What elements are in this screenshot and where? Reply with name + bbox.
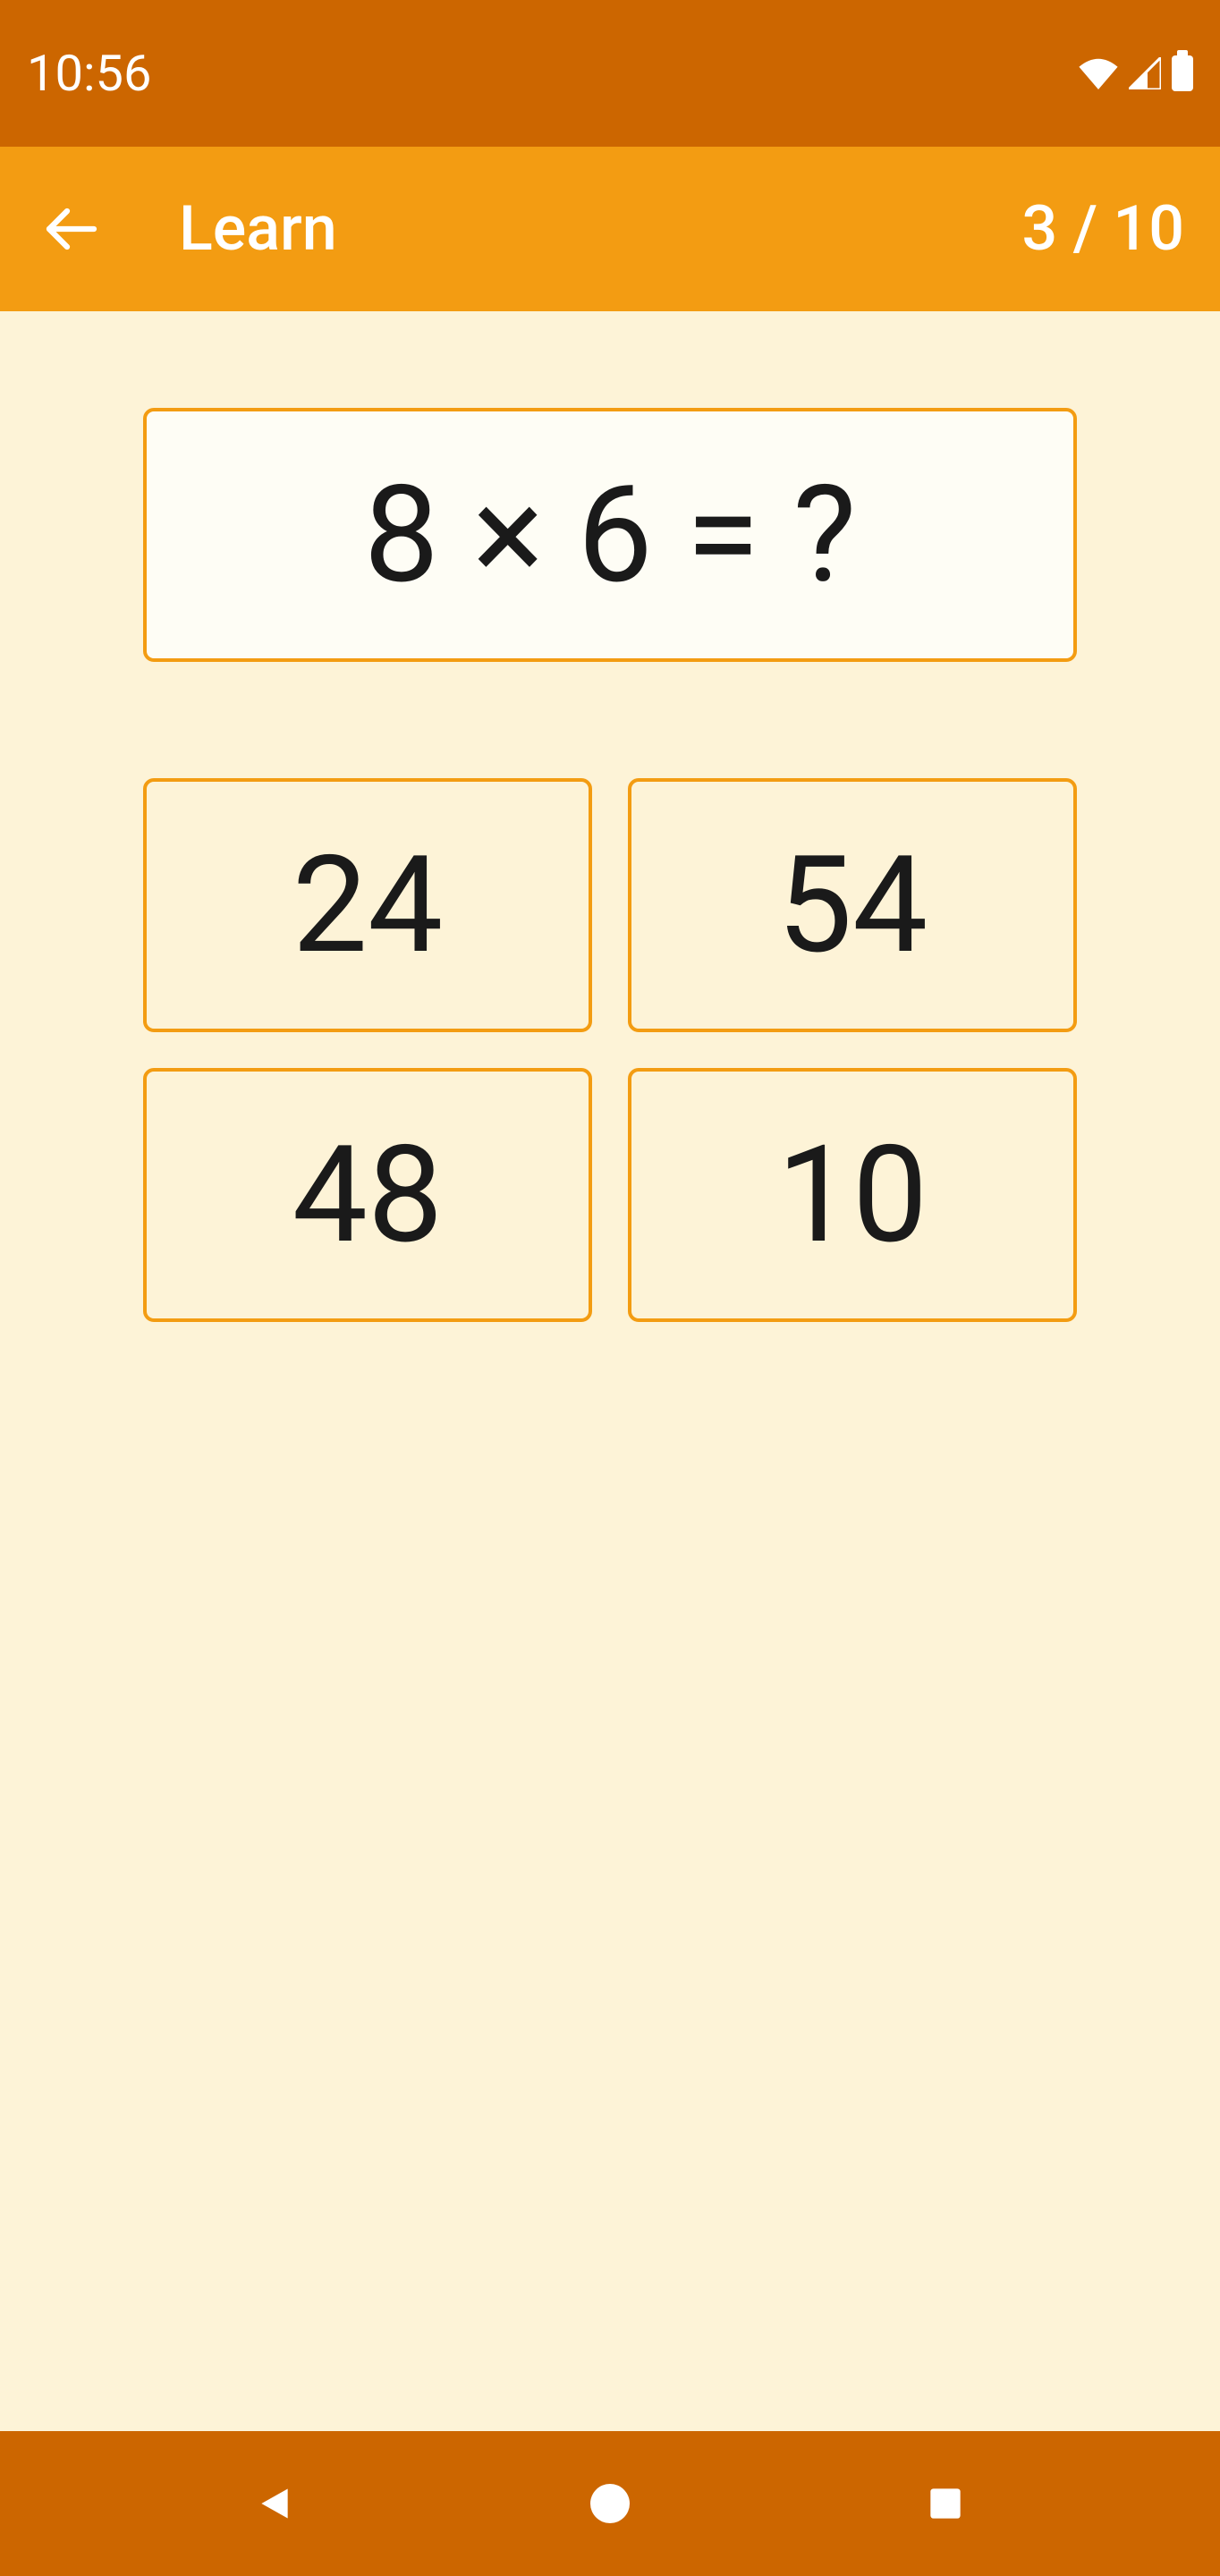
signal-icon: [1129, 57, 1161, 89]
circle-icon: [589, 2482, 631, 2525]
wifi-icon: [1079, 57, 1118, 89]
status-icons: [1079, 55, 1193, 91]
battery-icon: [1172, 55, 1193, 91]
triangle-left-icon: [255, 2484, 294, 2523]
nav-back-button[interactable]: [239, 2468, 310, 2539]
navigation-bar: [0, 2431, 1220, 2576]
app-bar: Learn 3 / 10: [0, 147, 1220, 311]
arrow-left-icon: [45, 202, 98, 256]
answer-option-4[interactable]: 10: [628, 1068, 1077, 1322]
answer-option-3[interactable]: 48: [143, 1068, 592, 1322]
question-box: 8 × 6 = ?: [143, 408, 1077, 662]
answers-grid: 24 54 48 10: [143, 778, 1077, 1322]
answer-option-1[interactable]: 24: [143, 778, 592, 1032]
square-icon: [928, 2486, 963, 2521]
answer-option-2[interactable]: 54: [628, 778, 1077, 1032]
nav-recent-button[interactable]: [910, 2468, 981, 2539]
status-time: 10:56: [27, 44, 151, 103]
nav-home-button[interactable]: [574, 2468, 646, 2539]
page-title: Learn: [179, 192, 1022, 266]
back-button[interactable]: [36, 193, 107, 265]
status-bar: 10:56: [0, 0, 1220, 147]
progress-counter: 3 / 10: [1022, 192, 1184, 266]
main-content: 8 × 6 = ? 24 54 48 10: [0, 311, 1220, 2431]
